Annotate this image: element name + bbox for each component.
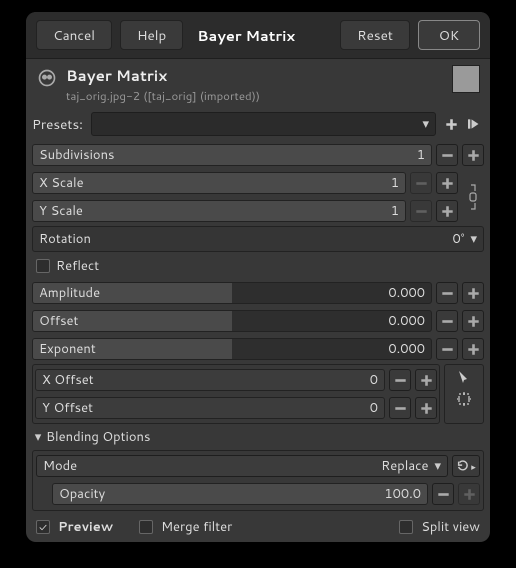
bayer-matrix-dialog: Cancel Help Bayer Matrix Reset OK Bayer … <box>26 12 490 542</box>
yoffset-label: Y Offset <box>42 399 93 417</box>
split-view-checkbox[interactable] <box>399 520 413 534</box>
exponent-slider[interactable]: Exponent 0.000 <box>32 338 432 360</box>
header-title: Bayer Matrix <box>66 65 444 86</box>
blending-options-expander[interactable]: ▾ Blending Options <box>32 426 484 448</box>
preview-checkbox[interactable] <box>36 520 50 534</box>
xscale-minus[interactable] <box>410 172 432 194</box>
xscale-label: X Scale <box>39 174 84 192</box>
amplitude-minus[interactable] <box>436 282 458 304</box>
subdivisions-label: Subdivisions <box>39 146 115 164</box>
presets-combo[interactable]: ▾ <box>91 112 436 136</box>
opacity-label: Opacity <box>59 485 105 503</box>
yoffset-minus[interactable] <box>389 397 411 419</box>
blend-mode-reset-button[interactable]: ▸ <box>452 455 480 477</box>
subdivisions-slider[interactable]: Subdivisions 1 <box>32 144 432 166</box>
yoffset-value: 0 <box>370 399 378 417</box>
exponent-plus[interactable] <box>462 338 484 360</box>
opacity-value: 100.0 <box>384 485 421 503</box>
opacity-minus[interactable] <box>432 483 454 505</box>
opacity-slider[interactable]: Opacity 100.0 <box>52 483 428 505</box>
exponent-label: Exponent <box>39 339 96 359</box>
offset-label: Offset <box>39 311 78 331</box>
rotation-value: 0° <box>452 230 464 248</box>
merge-filter-label: Merge filter <box>161 518 232 536</box>
rotation-label: Rotation <box>39 230 91 248</box>
xscale-value: 1 <box>391 174 399 192</box>
yoffset-input[interactable]: Y Offset 0 <box>35 397 385 419</box>
offset-plus[interactable] <box>462 310 484 332</box>
blend-mode-value: Replace <box>381 457 428 475</box>
subdivisions-plus[interactable] <box>462 144 484 166</box>
yoffset-plus[interactable] <box>415 397 437 419</box>
triangle-down-icon: ▾ <box>32 428 44 446</box>
xoffset-value: 0 <box>370 371 378 389</box>
offset-slider[interactable]: Offset 0.000 <box>32 310 432 332</box>
xoffset-minus[interactable] <box>389 369 411 391</box>
split-view-label: Split view <box>421 518 480 536</box>
help-button[interactable]: Help <box>120 20 183 50</box>
color-swatch[interactable] <box>452 65 480 93</box>
xoffset-input[interactable]: X Offset 0 <box>35 369 385 391</box>
header-subtitle: taj_orig.jpg-2 ([taj_orig] (imported)) <box>66 87 444 104</box>
amplitude-value: 0.000 <box>388 283 425 303</box>
blend-mode-label: Mode <box>43 457 77 475</box>
dialog-header: Bayer Matrix taj_orig.jpg-2 ([taj_orig] … <box>26 59 490 108</box>
gimp-icon <box>36 67 58 89</box>
scale-link-toggle[interactable] <box>462 170 484 224</box>
merge-filter-checkbox[interactable] <box>139 520 153 534</box>
center-offset-button[interactable] <box>455 390 473 408</box>
preset-menu-button[interactable] <box>466 115 484 133</box>
offset-value: 0.000 <box>388 311 425 331</box>
reflect-checkbox[interactable] <box>36 259 50 273</box>
amplitude-plus[interactable] <box>462 282 484 304</box>
reset-button[interactable]: Reset <box>340 20 410 50</box>
preview-label: Preview <box>58 518 113 536</box>
xscale-slider[interactable]: X Scale 1 <box>32 172 406 194</box>
chevron-down-icon: ▾ <box>422 115 429 133</box>
yscale-minus[interactable] <box>410 200 432 222</box>
blend-mode-combo[interactable]: Mode Replace ▾ <box>36 455 448 477</box>
blending-options-title: Blending Options <box>46 428 150 446</box>
xoffset-plus[interactable] <box>415 369 437 391</box>
xoffset-label: X Offset <box>42 371 94 389</box>
chevron-down-icon: ▾ <box>470 230 477 248</box>
preset-add-button[interactable] <box>442 115 460 133</box>
reflect-label: Reflect <box>56 257 99 275</box>
yscale-label: Y Scale <box>39 202 83 220</box>
dialog-titlebar: Cancel Help Bayer Matrix Reset OK <box>26 12 490 59</box>
pick-position-button[interactable] <box>455 368 473 386</box>
exponent-value: 0.000 <box>388 339 425 359</box>
opacity-plus[interactable] <box>458 483 480 505</box>
offset-minus[interactable] <box>436 310 458 332</box>
subdivisions-minus[interactable] <box>436 144 458 166</box>
presets-label: Presets: <box>32 115 83 134</box>
yscale-plus[interactable] <box>436 200 458 222</box>
yscale-value: 1 <box>391 202 399 220</box>
xscale-plus[interactable] <box>436 172 458 194</box>
chevron-down-icon: ▾ <box>434 457 441 475</box>
rotation-combo[interactable]: Rotation 0° ▾ <box>32 226 484 252</box>
yscale-slider[interactable]: Y Scale 1 <box>32 200 406 222</box>
cancel-button[interactable]: Cancel <box>36 20 112 50</box>
titlebar-title: Bayer Matrix <box>197 25 295 46</box>
amplitude-label: Amplitude <box>39 283 100 303</box>
subdivisions-value: 1 <box>417 146 425 164</box>
amplitude-slider[interactable]: Amplitude 0.000 <box>32 282 432 304</box>
ok-button[interactable]: OK <box>418 20 480 50</box>
exponent-minus[interactable] <box>436 338 458 360</box>
